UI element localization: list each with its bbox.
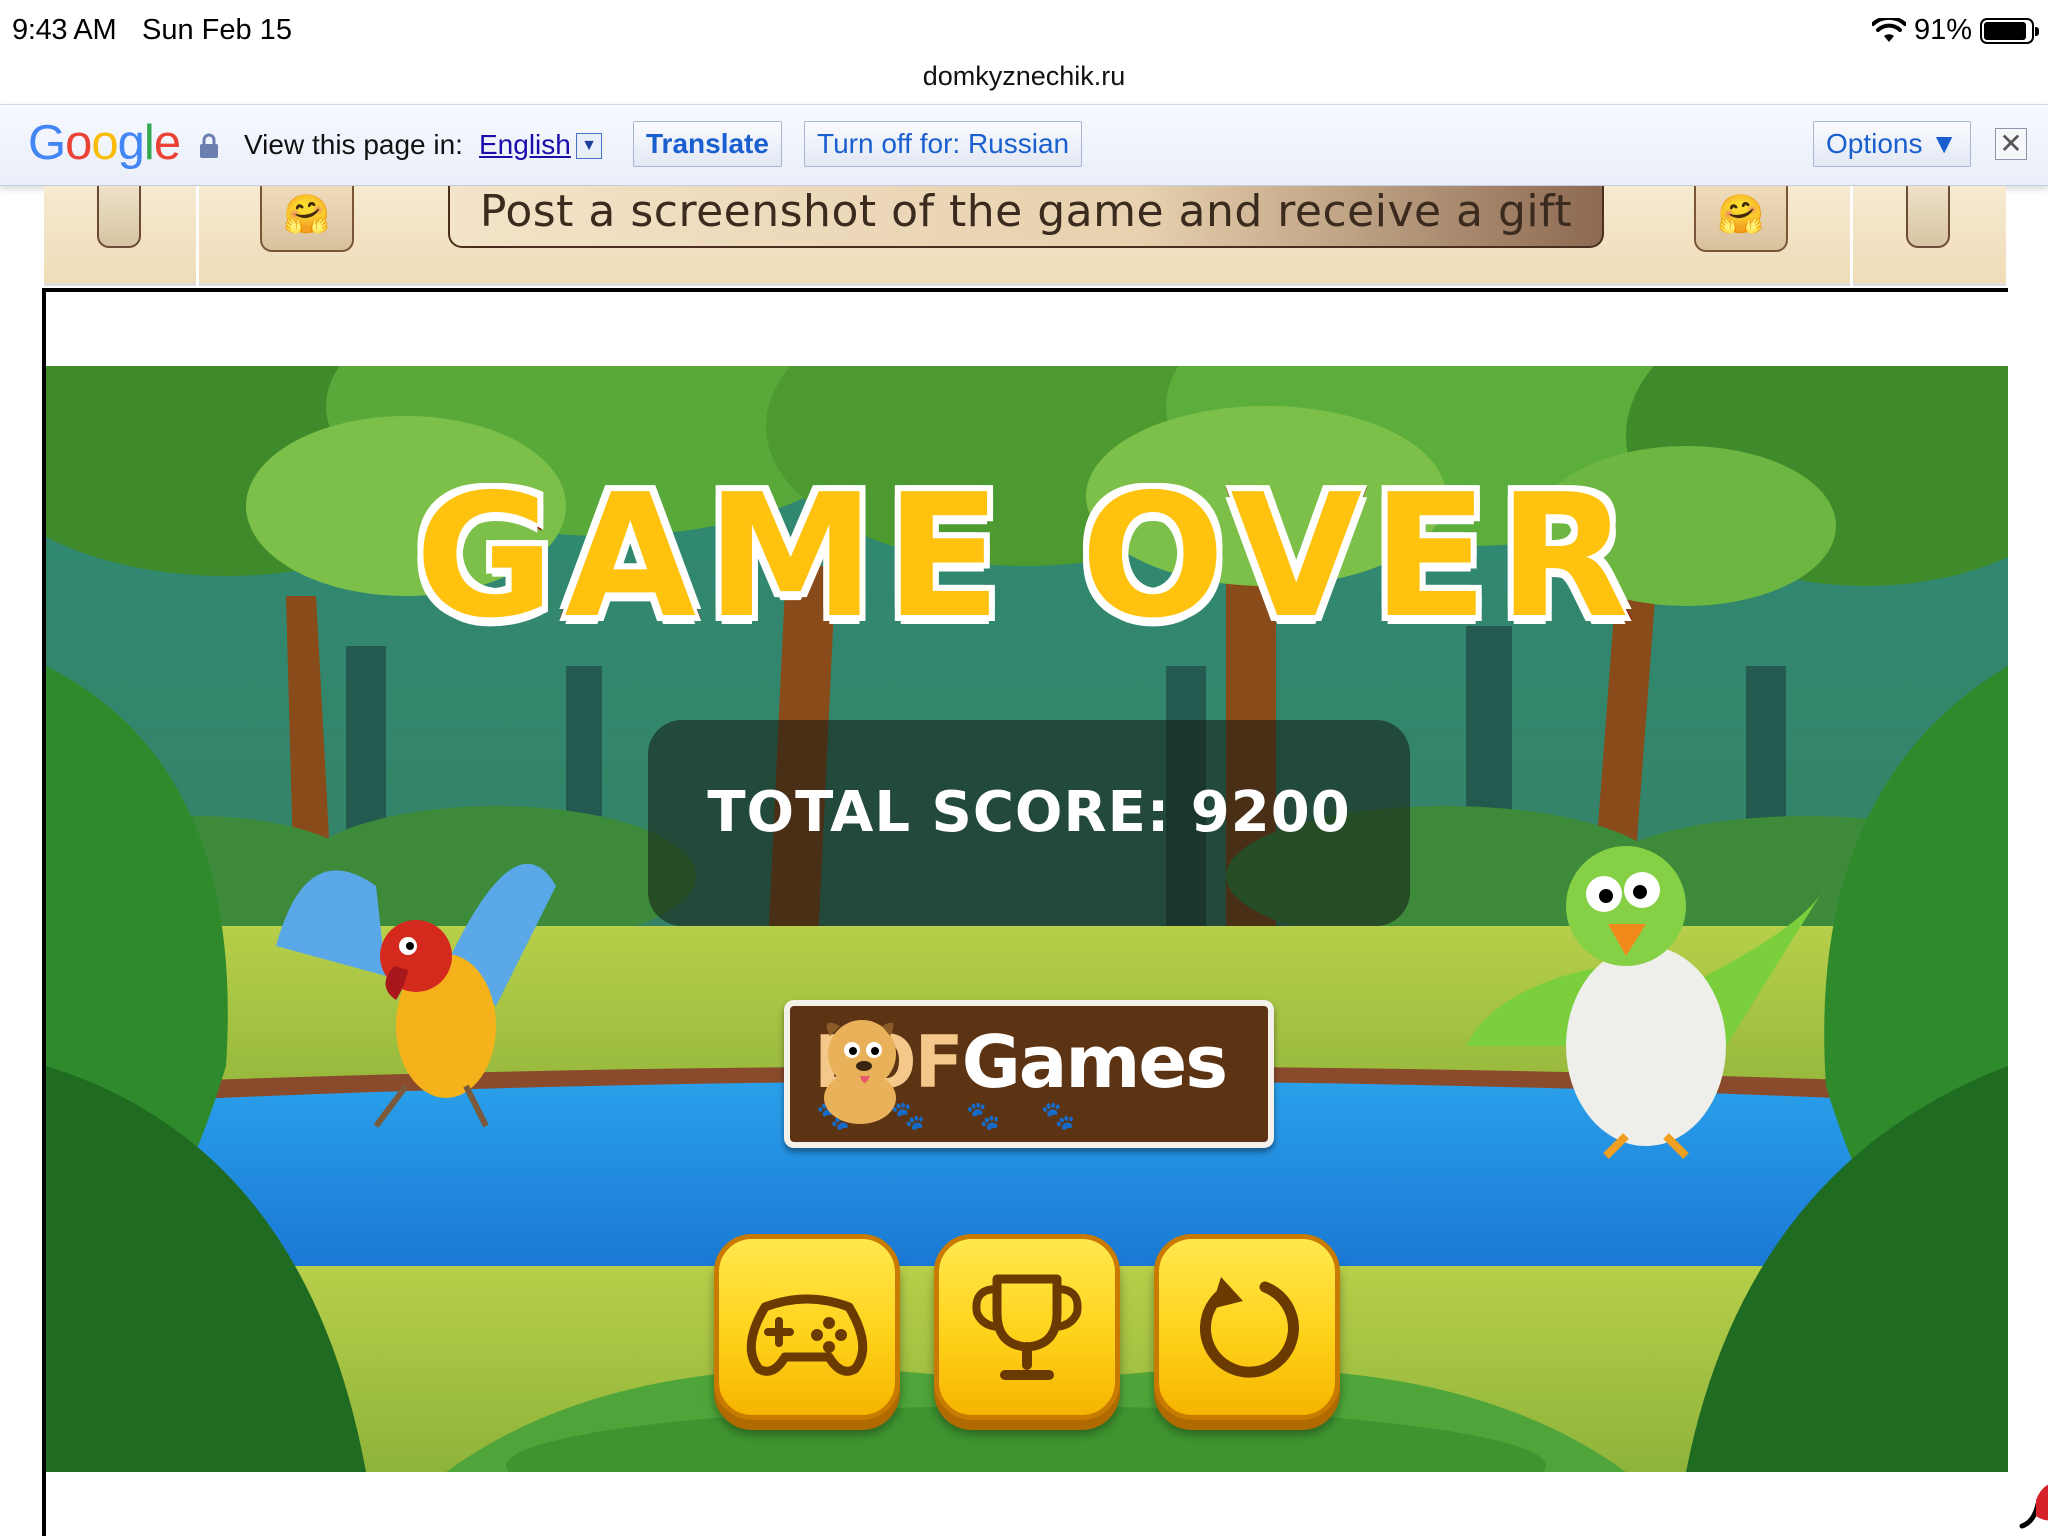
restart-icon [1200, 1277, 1299, 1378]
google-logo-letter: e [153, 116, 181, 170]
battery-icon [1980, 17, 2039, 44]
hug-emoji-left: 🤗 [260, 186, 354, 252]
restart-button[interactable] [1154, 1234, 1340, 1420]
lock-icon [200, 133, 218, 158]
language-select[interactable]: English [479, 129, 571, 161]
dog-mascot-icon [824, 1020, 896, 1124]
page-corner-mark [2019, 1484, 2048, 1529]
game-canvas[interactable]: GAME OVER TOTAL SCORE: 9200 LOFGames 🐾🐾🐾… [46, 366, 2008, 1472]
google-logo: Google [28, 115, 181, 171]
site-banner: 🤗 Post a screenshot of the game and rece… [44, 186, 2006, 286]
total-score: TOTAL SCORE: 9200 [707, 780, 1351, 845]
battery-fill [1984, 21, 2026, 40]
lofgames-logo[interactable]: LOFGames 🐾🐾🐾🐾 [784, 1000, 1274, 1148]
gamepad-icon [746, 1294, 868, 1376]
battery-percent: 91% [1913, 14, 1972, 46]
banner-tab-right[interactable] [1906, 186, 1950, 248]
wifi-icon [1871, 17, 1906, 42]
chevron-down-icon[interactable]: ▼ [576, 133, 602, 159]
google-logo-letter: o [65, 116, 92, 170]
turn-off-button[interactable]: Turn off for: Russian [804, 121, 1083, 167]
close-icon[interactable]: ✕ [1995, 128, 2027, 160]
status-time: 9:43 AM [12, 14, 117, 46]
translate-button[interactable]: Translate [633, 121, 782, 167]
banner-tab-left[interactable] [97, 186, 141, 248]
google-logo-letter: l [143, 116, 155, 170]
google-logo-letter: o [91, 116, 118, 170]
game-over-title: GAME OVER [411, 458, 1640, 656]
hug-emoji-right: 🤗 [1694, 186, 1788, 252]
address-bar[interactable]: domkyznechik.ru [0, 56, 2048, 104]
options-button[interactable]: Options ▼ [1813, 121, 1971, 167]
score-panel: TOTAL SCORE: 9200 [648, 720, 1410, 926]
divider [1850, 186, 1853, 286]
logo-games: Games [961, 1020, 1228, 1104]
divider [196, 186, 199, 286]
gift-banner[interactable]: Post a screenshot of the game and receiv… [448, 186, 1604, 248]
status-date: Sun Feb 15 [142, 14, 292, 46]
trophy-icon [972, 1274, 1082, 1380]
google-logo-letter: G [28, 116, 66, 170]
more-games-button[interactable] [714, 1234, 900, 1420]
translate-bar: Google View this page in: English ▼ Tran… [0, 104, 2048, 186]
google-logo-letter: g [117, 116, 145, 170]
leaderboard-button[interactable] [934, 1234, 1120, 1420]
view-page-label: View this page in: [244, 129, 463, 160]
status-bar: 9:43 AM Sun Feb 15 91% [0, 0, 2048, 62]
status-indicators: 91% [1871, 14, 2039, 47]
